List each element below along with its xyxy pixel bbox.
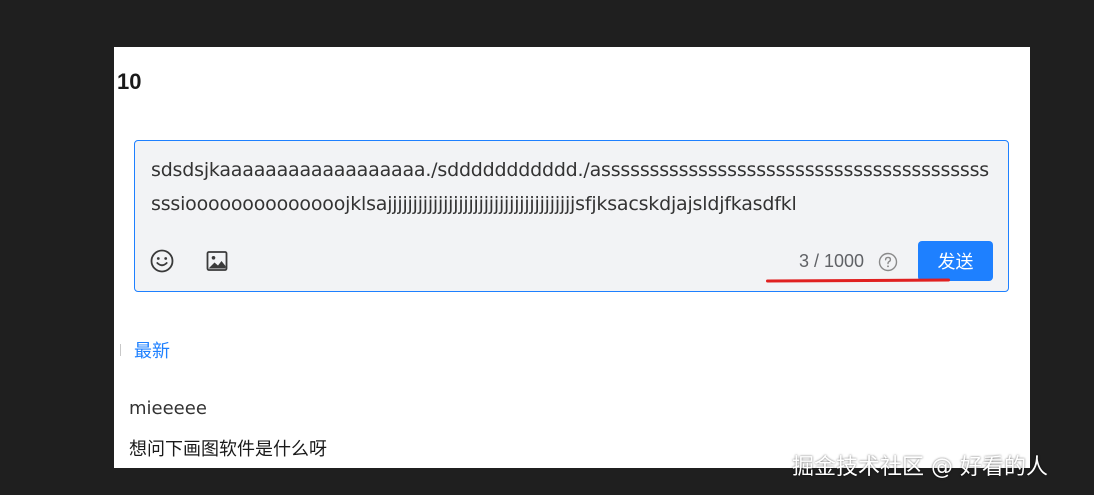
tab-latest[interactable]: 最新 <box>134 337 170 363</box>
smiley-icon[interactable] <box>149 248 175 274</box>
comment-count: 10 <box>117 69 142 94</box>
comment-content: 想问下画图软件是什么呀 <box>129 439 327 460</box>
comment-panel: 10 sdsdsjkaaaaaaaaaaaaaaaaaa./sddddddddd… <box>114 47 1030 468</box>
question-circle-icon[interactable] <box>877 251 899 273</box>
comment-author[interactable]: mieeeee <box>129 398 207 419</box>
watermark: 掘金技术社区 @ 好看的人 <box>792 455 1048 480</box>
comment-editor[interactable]: sdsdsjkaaaaaaaaaaaaaaaaaa./sddddddddddd.… <box>134 140 1009 292</box>
send-button[interactable]: 发送 <box>918 241 993 281</box>
image-icon[interactable] <box>204 248 230 274</box>
tab-divider <box>120 344 121 356</box>
comment-input[interactable]: sdsdsjkaaaaaaaaaaaaaaaaaa./sddddddddddd.… <box>151 153 991 221</box>
character-counter: 3 / 1000 <box>799 251 865 271</box>
